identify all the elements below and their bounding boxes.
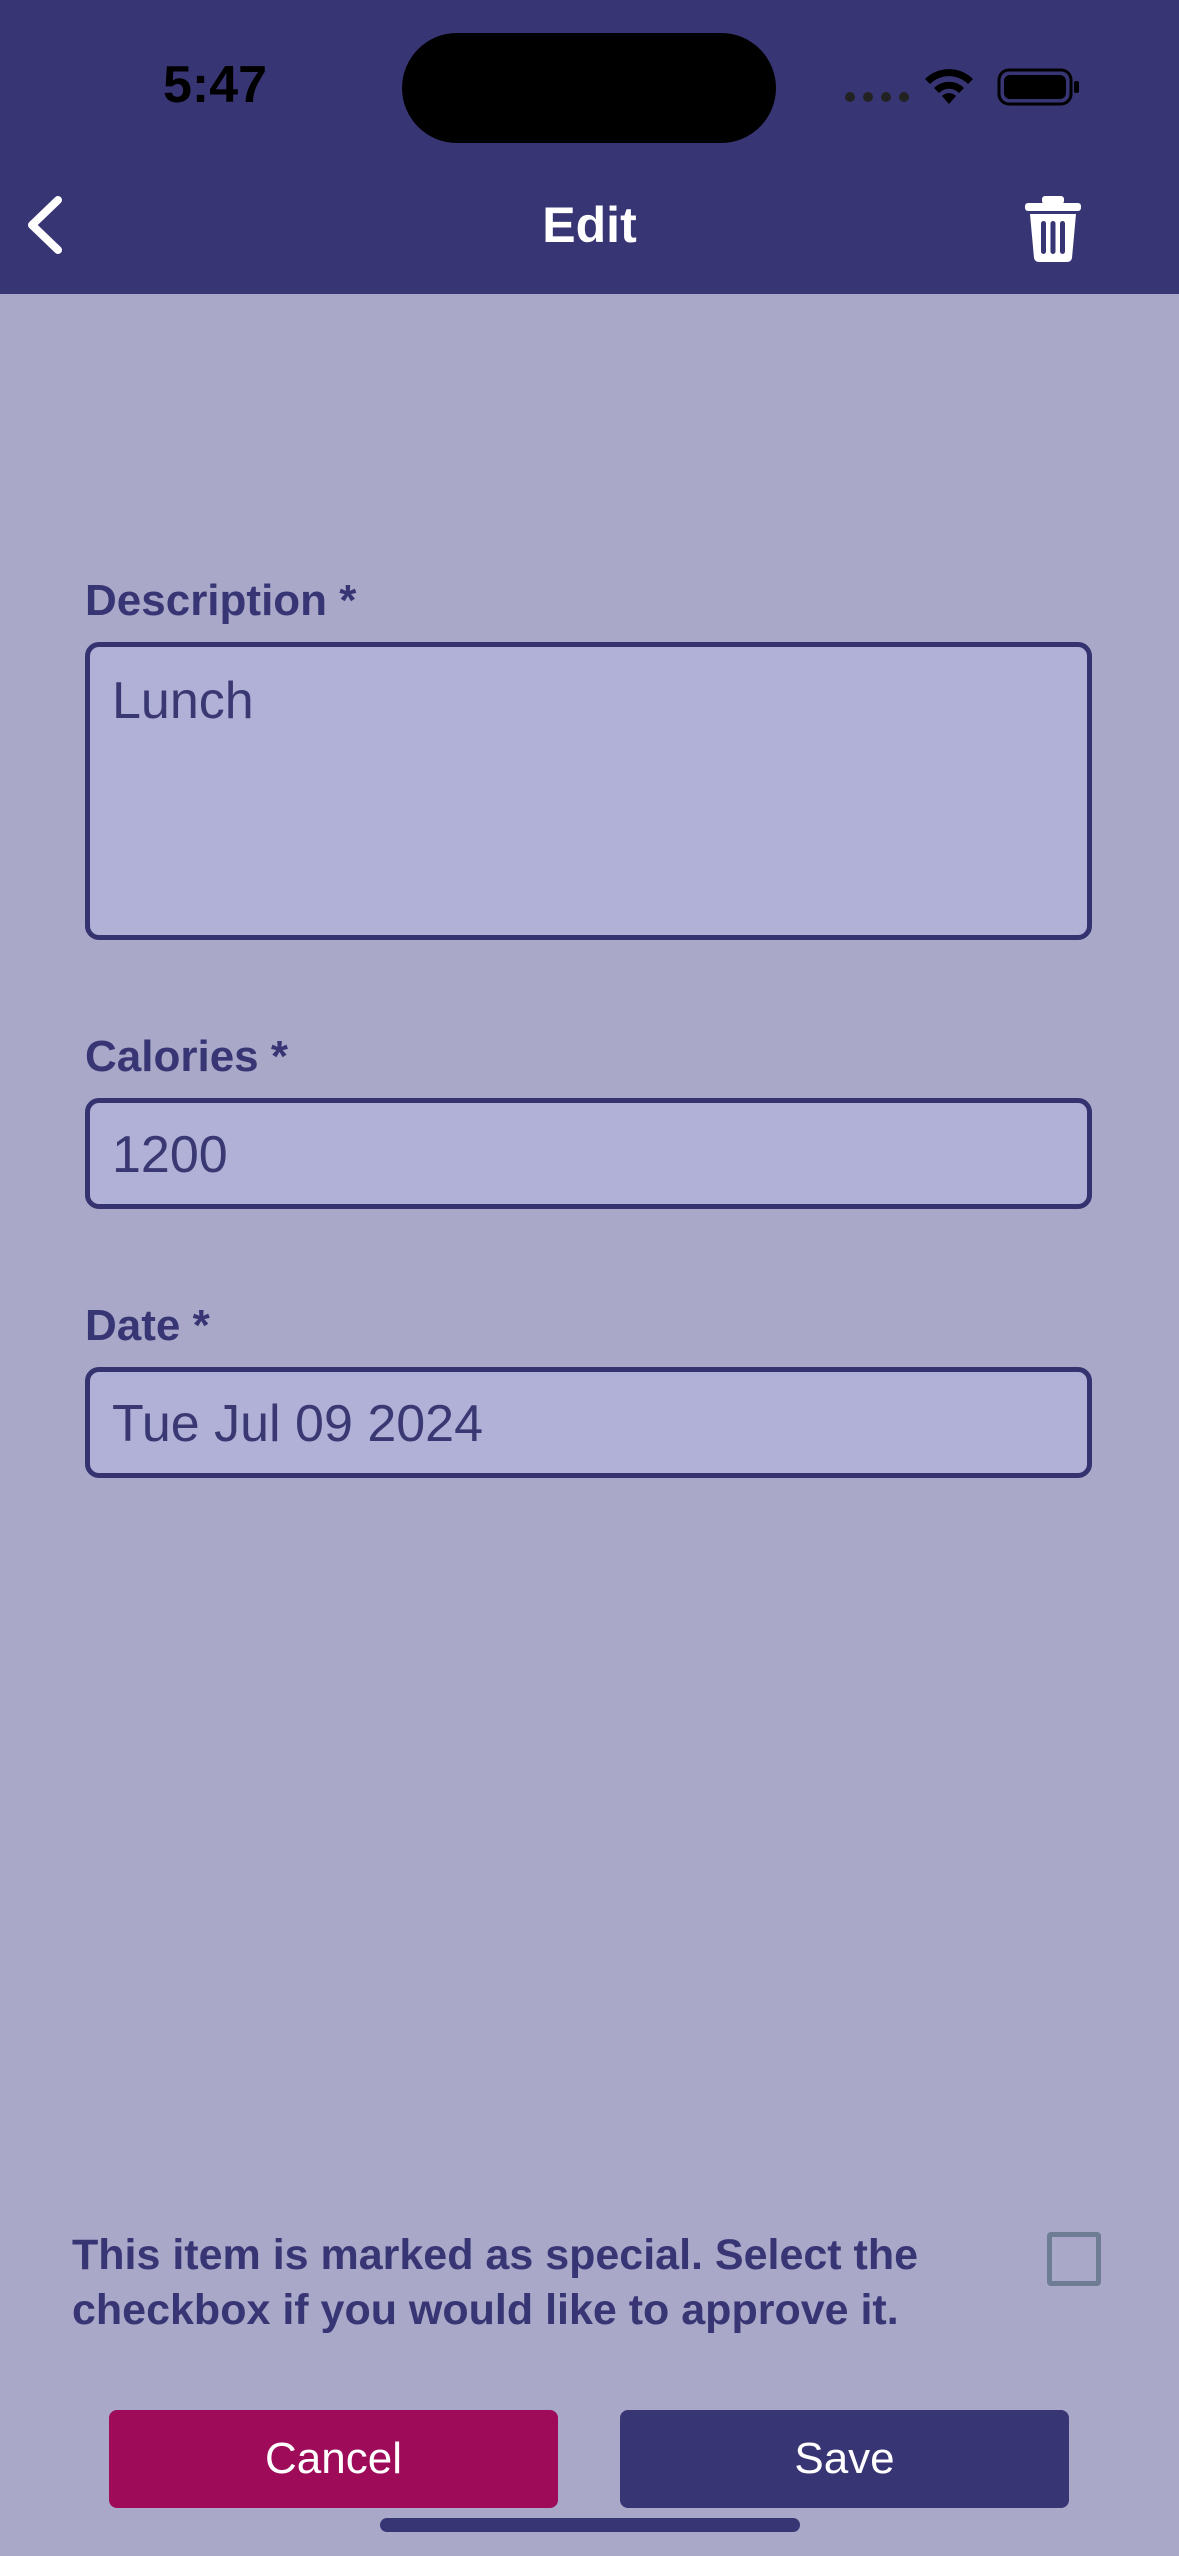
description-field[interactable]: Lunch xyxy=(85,642,1092,940)
cellular-signal-icon xyxy=(845,92,909,102)
page-title: Edit xyxy=(542,197,637,253)
trash-icon xyxy=(1025,196,1081,262)
date-label: Date * xyxy=(85,1301,210,1350)
dynamic-island xyxy=(402,33,776,143)
wifi-icon xyxy=(925,69,973,104)
delete-button[interactable] xyxy=(1020,194,1086,264)
battery-icon xyxy=(997,68,1079,106)
description-label: Description * xyxy=(85,576,357,625)
approve-checkbox[interactable] xyxy=(1047,2232,1101,2286)
home-indicator xyxy=(380,2518,800,2532)
cancel-button[interactable]: Cancel xyxy=(109,2410,558,2508)
top-bar: 5:47 Edit xyxy=(0,0,1179,294)
save-button[interactable]: Save xyxy=(620,2410,1069,2508)
calories-label: Calories * xyxy=(85,1032,288,1081)
calories-field[interactable]: 1200 xyxy=(85,1098,1092,1209)
status-time: 5:47 xyxy=(163,56,268,114)
special-item-message: This item is marked as special. Select t… xyxy=(72,2231,919,2334)
date-field[interactable]: Tue Jul 09 2024 xyxy=(85,1367,1092,1478)
